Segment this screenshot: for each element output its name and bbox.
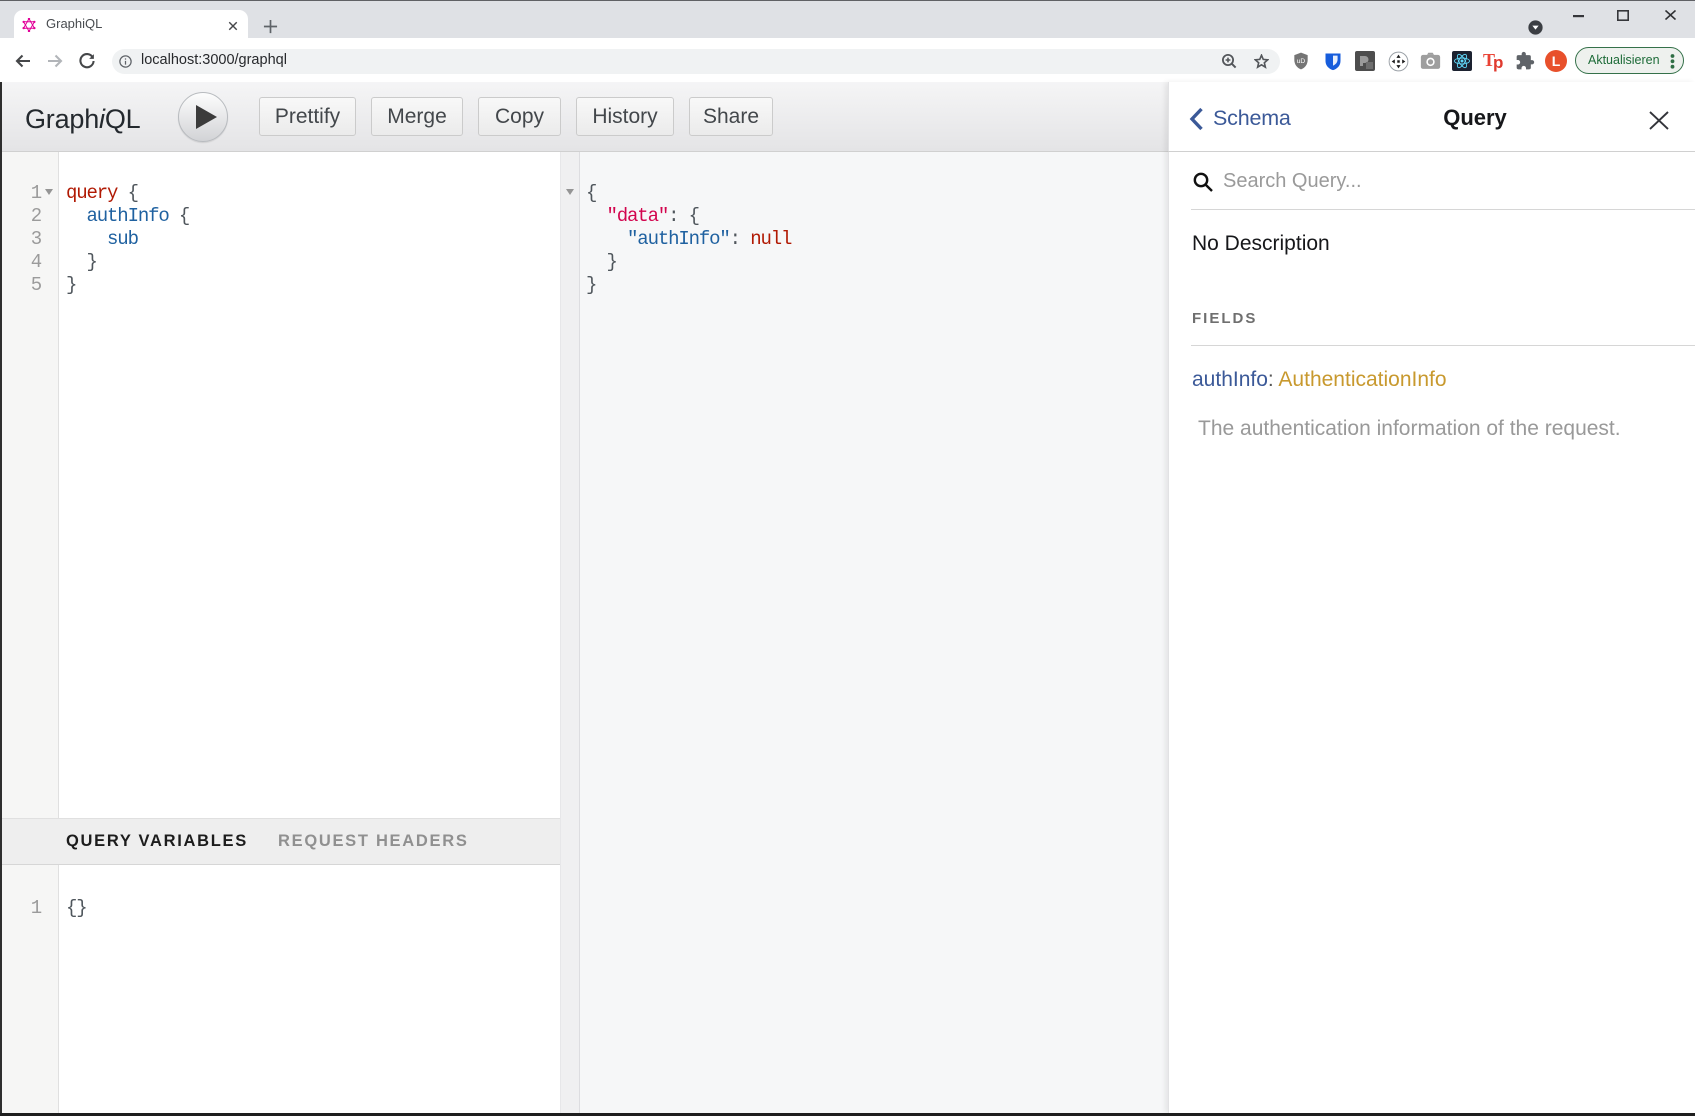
svg-text:uD: uD [1297, 58, 1306, 65]
